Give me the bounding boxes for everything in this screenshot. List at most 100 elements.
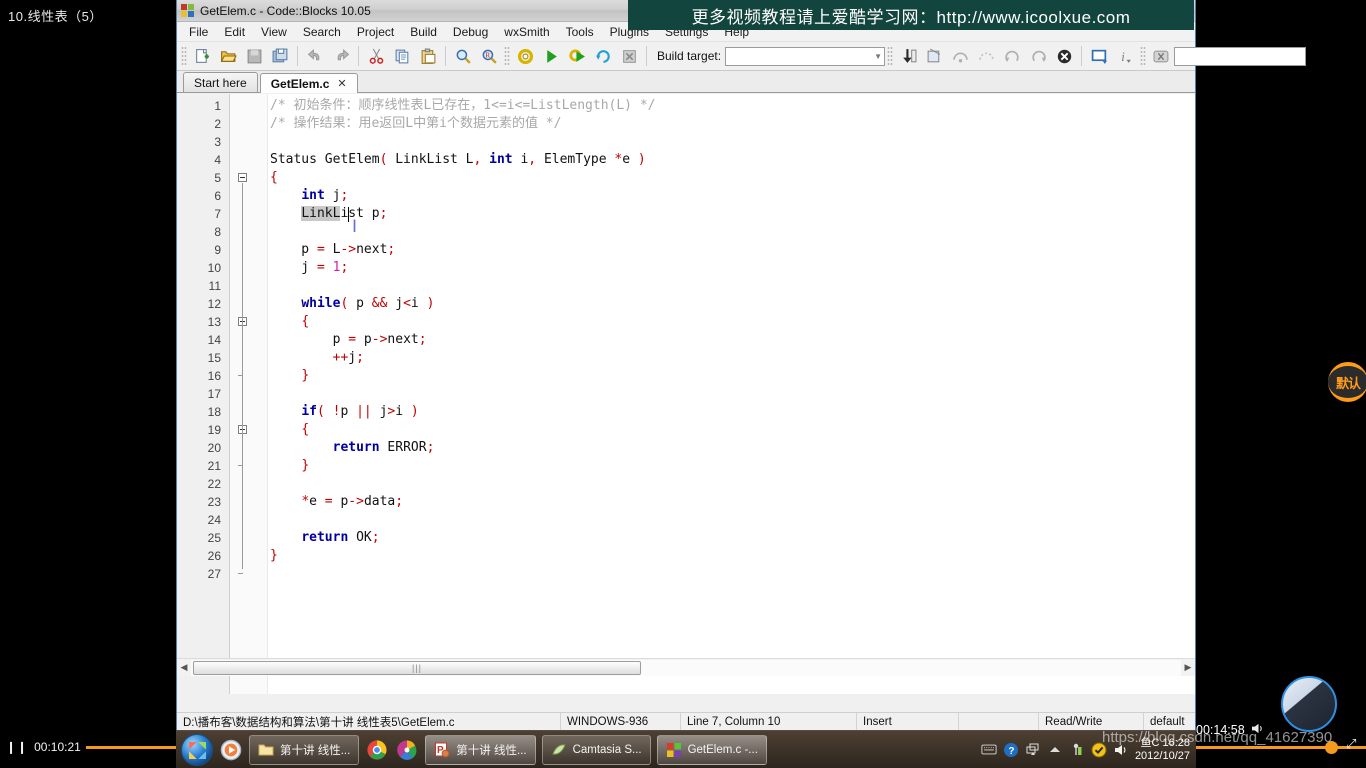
codeblocks-window[interactable]: GetElem.c - Code::Blocks 10.05 File Edit… xyxy=(176,0,1307,731)
build-target-combo[interactable]: ▼ xyxy=(725,46,886,66)
toolbar-grip[interactable] xyxy=(1140,46,1147,66)
ime-mode-badge[interactable]: 默认 xyxy=(1328,362,1366,402)
scroll-right-icon[interactable]: ▶ xyxy=(1181,662,1195,673)
debug-stop-icon[interactable] xyxy=(1052,44,1076,68)
taskbar-button-powerpoint[interactable]: P 第十讲 线性... xyxy=(425,734,536,765)
help-icon[interactable]: ? xyxy=(1003,742,1019,758)
code-line[interactable]: return OK; xyxy=(268,529,1195,547)
progress-bar-right-segment[interactable] xyxy=(1196,746,1366,749)
menu-item-edit[interactable]: Edit xyxy=(216,23,253,41)
code-line[interactable]: int j; xyxy=(268,187,1195,205)
show-desktop-icon[interactable] xyxy=(1025,742,1041,758)
debug-windows-icon[interactable] xyxy=(1087,44,1111,68)
code-line[interactable] xyxy=(268,475,1195,493)
show-hidden-icons-icon[interactable] xyxy=(1047,742,1063,758)
fold-toggle-icon[interactable] xyxy=(238,173,247,182)
undo-icon[interactable] xyxy=(303,44,327,68)
code-line[interactable]: /* 初始条件：顺序线性表L已存在，1<=i<=ListLength(L) */ xyxy=(268,97,1195,115)
scroll-left-icon[interactable]: ◀ xyxy=(177,662,191,673)
menu-item-file[interactable]: File xyxy=(181,23,216,41)
code-line[interactable]: j = 1; xyxy=(268,259,1195,277)
pause-icon[interactable]: ❙❙ xyxy=(6,740,28,754)
doc-help-icon[interactable] xyxy=(1149,44,1173,68)
taskbar-button-folder[interactable]: 第十讲 线性... xyxy=(249,734,360,765)
windows-taskbar[interactable]: 第十讲 线性... P 第十讲 线性... Camtasia S... GetE… xyxy=(176,730,1196,768)
code-line[interactable]: LinkList p; xyxy=(268,205,1195,223)
taskbar-button-camtasia[interactable]: Camtasia S... xyxy=(541,734,651,765)
chrome-icon[interactable] xyxy=(364,737,390,763)
save-icon[interactable] xyxy=(242,44,266,68)
menu-item-search[interactable]: Search xyxy=(295,23,349,41)
build-icon[interactable] xyxy=(513,44,537,68)
toolbar-row[interactable]: R Build target: ▼ i xyxy=(177,42,1307,71)
windows-start-orb-icon[interactable] xyxy=(181,733,213,766)
search-input[interactable] xyxy=(1174,46,1307,66)
menu-item-view[interactable]: View xyxy=(253,23,295,41)
keyboard-icon[interactable] xyxy=(981,742,997,758)
code-line[interactable]: ++j; xyxy=(268,349,1195,367)
code-line[interactable] xyxy=(268,277,1195,295)
code-line[interactable] xyxy=(268,565,1195,583)
close-icon[interactable]: ✕ xyxy=(337,77,346,90)
code-line[interactable] xyxy=(268,511,1195,529)
tab-getelem-c[interactable]: GetElem.c ✕ xyxy=(259,73,358,93)
copy-icon[interactable] xyxy=(390,44,414,68)
code-line[interactable]: { xyxy=(268,421,1195,439)
rebuild-icon[interactable] xyxy=(591,44,615,68)
menu-item-project[interactable]: Project xyxy=(349,23,402,41)
code-line[interactable]: Status GetElem( LinkList L, int i, ElemT… xyxy=(268,151,1195,169)
new-file-icon[interactable] xyxy=(190,44,214,68)
cut-icon[interactable] xyxy=(364,44,388,68)
run-icon[interactable] xyxy=(539,44,563,68)
editor-horizontal-scrollbar[interactable]: ◀ ||| ▶ xyxy=(177,658,1195,676)
find-icon[interactable] xyxy=(451,44,475,68)
player-left-controls[interactable]: ❙❙ 00:10:21 xyxy=(6,740,81,754)
replace-icon[interactable]: R xyxy=(477,44,501,68)
toolbar-grip[interactable] xyxy=(181,46,187,66)
code-line[interactable] xyxy=(268,223,1195,241)
toolbar-grip[interactable] xyxy=(504,46,510,66)
code-line[interactable]: { xyxy=(268,313,1195,331)
menu-item-debug[interactable]: Debug xyxy=(445,23,496,41)
redo-icon[interactable] xyxy=(329,44,353,68)
debug-info-icon[interactable]: i xyxy=(1113,44,1137,68)
code-line[interactable]: *e = p->data; xyxy=(268,493,1195,511)
code-line[interactable]: while( p && j<i ) xyxy=(268,295,1195,313)
pinwheel-icon[interactable] xyxy=(394,737,420,763)
open-file-icon[interactable] xyxy=(216,44,240,68)
menu-item-tools[interactable]: Tools xyxy=(558,23,602,41)
toolbar-grip[interactable] xyxy=(887,46,894,66)
media-player-icon[interactable] xyxy=(218,737,244,763)
debug-step-out-icon[interactable] xyxy=(1000,44,1024,68)
fullscreen-icon[interactable]: ⤢ xyxy=(1346,736,1356,752)
code-line[interactable]: /* 操作结果：用e返回L中第i个数据元素的值 */ xyxy=(268,115,1195,133)
code-line[interactable]: } xyxy=(268,457,1195,475)
code-line[interactable]: } xyxy=(268,547,1195,565)
code-line[interactable]: p = p->next; xyxy=(268,331,1195,349)
code-line[interactable]: if( !p || j>i ) xyxy=(268,403,1195,421)
build-and-run-icon[interactable] xyxy=(565,44,589,68)
code-line[interactable]: { xyxy=(268,169,1195,187)
menu-item-build[interactable]: Build xyxy=(402,23,445,41)
tab-start-here[interactable]: Start here xyxy=(183,72,258,92)
code-line[interactable] xyxy=(268,385,1195,403)
debug-step-into-icon[interactable] xyxy=(974,44,998,68)
scroll-track[interactable]: ||| xyxy=(191,659,1181,676)
scroll-thumb[interactable]: ||| xyxy=(193,660,641,675)
taskbar-button-codeblocks[interactable]: GetElem.c -... xyxy=(656,734,767,765)
editor-tabstrip[interactable]: Start here GetElem.c ✕ xyxy=(177,71,1195,93)
save-all-icon[interactable] xyxy=(268,44,292,68)
code-line[interactable]: p = L->next; xyxy=(268,241,1195,259)
paste-icon[interactable] xyxy=(416,44,440,68)
network-icon[interactable] xyxy=(1069,742,1085,758)
code-line[interactable] xyxy=(268,133,1195,151)
code-line[interactable]: return ERROR; xyxy=(268,439,1195,457)
code-editor[interactable]: 1 2 3 4 5 6 7 8 9 10 11 12 13 14 15 16 17 18 19 20 21 22 23 24 2… xyxy=(177,94,1195,694)
abort-icon[interactable] xyxy=(617,44,641,68)
code-line[interactable]: } xyxy=(268,367,1195,385)
debug-next-line-icon[interactable] xyxy=(948,44,972,68)
code-area[interactable]: I /* 初始条件：顺序线性表L已存在，1<=i<=ListLength(L) … xyxy=(268,94,1195,694)
debug-continue-icon[interactable] xyxy=(896,44,920,68)
debug-next-instruction-icon[interactable] xyxy=(1026,44,1050,68)
menu-item-wxsmith[interactable]: wxSmith xyxy=(496,23,557,41)
